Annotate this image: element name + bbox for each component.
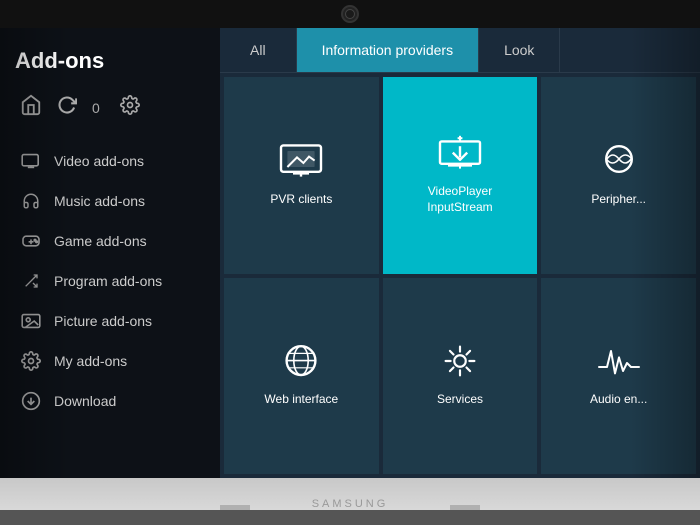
pvr-clients-label: PVR clients [270,192,332,208]
video-addons-icon [20,150,42,172]
services-icon [436,343,484,392]
kodi-box-icon[interactable] [20,94,42,121]
pvr-clients-icon [277,143,325,192]
sidebar-item-download[interactable]: Download [15,381,205,421]
addon-grid: PVR clients V [220,73,700,478]
tab-bar: All Information providers Look [220,28,700,73]
game-addons-label: Game add-ons [54,233,147,249]
sidebar-icons-row: 0 [15,94,205,121]
desk-surface [0,510,700,525]
sidebar-item-video-addons[interactable]: Video add-ons [15,141,205,181]
my-addons-icon [20,350,42,372]
tab-all[interactable]: All [220,28,297,72]
tab-look[interactable]: Look [479,28,560,72]
sidebar-item-my-addons[interactable]: My add-ons [15,341,205,381]
grid-cell-videoplayer-inputstream[interactable]: VideoPlayerInputStream [383,77,538,274]
videoplayer-inputstream-label: VideoPlayerInputStream [427,184,492,215]
settings-gear-icon[interactable] [120,95,140,120]
addon-count: 0 [92,100,100,116]
screen: Add-ons 0 [0,28,700,478]
camera-lens [341,5,359,23]
sidebar-item-program-addons[interactable]: Program add-ons [15,261,205,301]
my-addons-label: My add-ons [54,353,127,369]
sidebar-item-game-addons[interactable]: Game add-ons [15,221,205,261]
sidebar-nav: Video add-ons Music add-ons [15,141,205,421]
audio-encoder-label: Audio en... [590,392,647,408]
program-addons-icon [20,270,42,292]
peripheral-label: Peripher... [591,192,646,208]
content-area: All Information providers Look [220,28,700,478]
services-label: Services [437,392,483,408]
refresh-icon[interactable] [57,95,77,120]
sidebar-item-picture-addons[interactable]: Picture add-ons [15,301,205,341]
grid-cell-services[interactable]: Services [383,278,538,475]
tab-information-providers[interactable]: Information providers [297,28,480,72]
grid-cell-pvr-clients[interactable]: PVR clients [224,77,379,274]
music-addons-icon [20,190,42,212]
picture-addons-icon [20,310,42,332]
videoplayer-inputstream-icon [436,135,484,184]
page-title: Add-ons [15,48,205,74]
grid-cell-web-interface[interactable]: Web interface [224,278,379,475]
audio-encoder-icon [595,343,643,392]
download-icon [20,390,42,412]
web-interface-icon [277,343,325,392]
grid-cell-peripheral[interactable]: Peripher... [541,77,696,274]
download-label: Download [54,393,116,409]
game-addons-icon [20,230,42,252]
camera-bar [0,0,700,28]
grid-cell-audio-encoder[interactable]: Audio en... [541,278,696,475]
sidebar-item-music-addons[interactable]: Music add-ons [15,181,205,221]
music-addons-label: Music add-ons [54,193,145,209]
peripheral-icon [595,143,643,192]
web-interface-label: Web interface [264,392,338,408]
video-addons-label: Video add-ons [54,153,144,169]
picture-addons-label: Picture add-ons [54,313,152,329]
program-addons-label: Program add-ons [54,273,162,289]
sidebar: Add-ons 0 [0,28,220,478]
